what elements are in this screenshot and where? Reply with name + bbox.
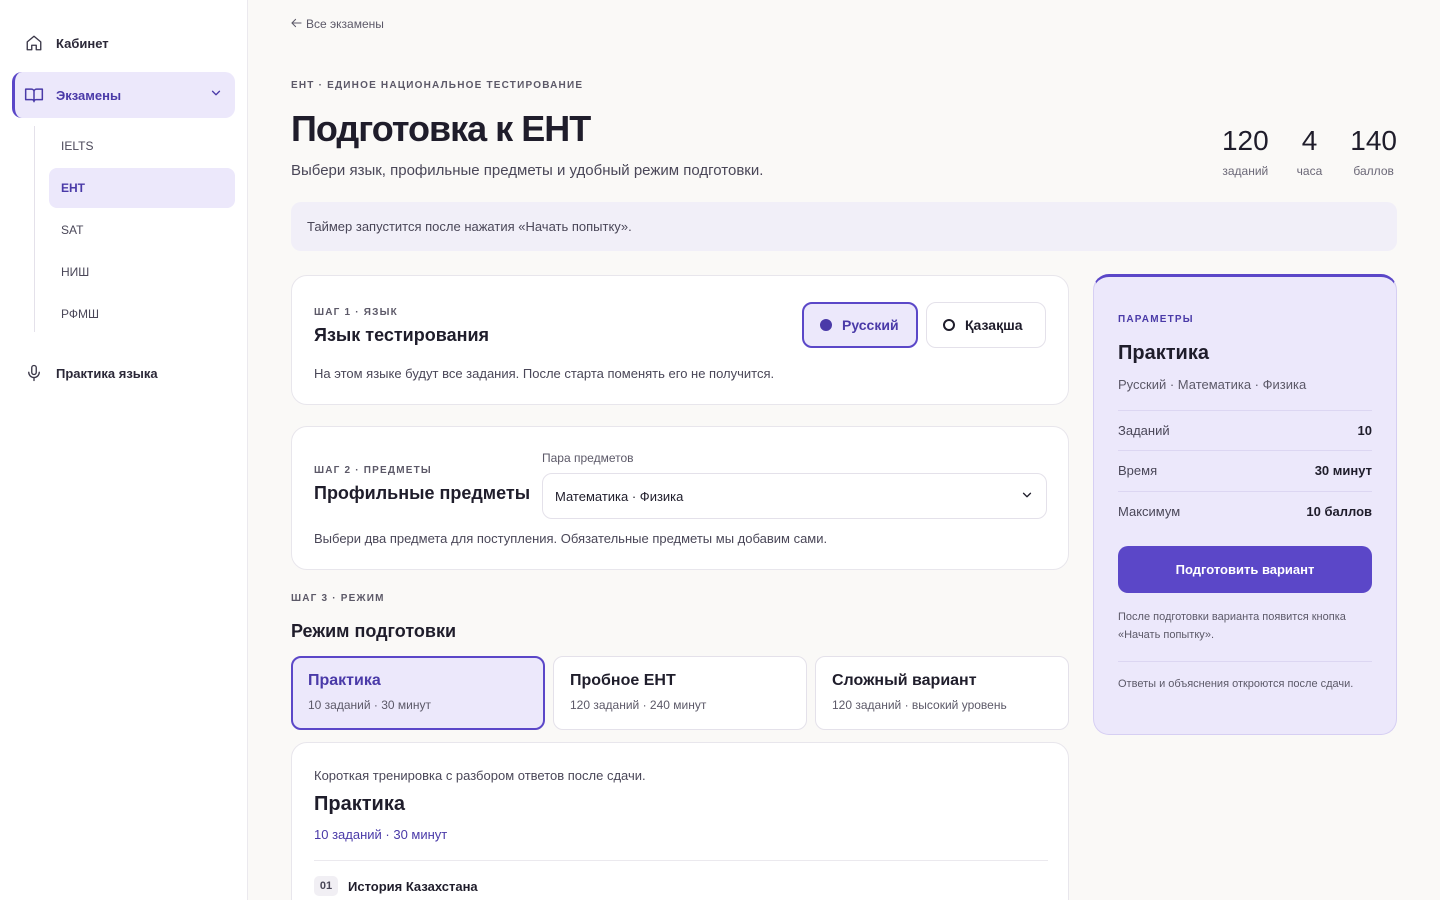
param-key: Время	[1118, 463, 1158, 478]
page-subtitle: Выбери язык, профильные предметы и удобн…	[291, 162, 764, 179]
sidebar-item-exams[interactable]: Экзамены	[12, 72, 235, 118]
mode-title: Практика	[308, 672, 381, 689]
subject-pair-label: Пара предметов	[542, 451, 634, 465]
step-label: ШАГ 1 · ЯЗЫК	[314, 307, 398, 318]
sidebar-subitem-ielts[interactable]: IELTS	[49, 126, 235, 166]
mode-detail-description: Короткая тренировка с разбором ответов п…	[314, 768, 646, 783]
home-icon	[24, 33, 44, 53]
step-label: ШАГ 2 · ПРЕДМЕТЫ	[314, 465, 432, 476]
panel-note: Ответы и объяснения откроются после сдач…	[1118, 678, 1354, 690]
language-option-kazakh[interactable]: Қазақша	[926, 302, 1046, 348]
step-language-card: ШАГ 1 · ЯЗЫК Язык тестирования На этом я…	[291, 275, 1069, 405]
back-link[interactable]: Все экзамены	[291, 17, 384, 31]
mode-detail-meta: 10 заданий · 30 минут	[314, 827, 448, 842]
sidebar-subitem-rfmsh[interactable]: РФМШ	[49, 294, 235, 334]
arrow-left-icon	[291, 17, 302, 31]
param-key: Заданий	[1118, 423, 1170, 438]
mode-subtitle: 120 заданий · 240 минут	[570, 698, 707, 712]
back-link-label: Все экзамены	[306, 17, 384, 31]
list-item: 01 История Казахстана	[314, 876, 478, 896]
radio-selected-icon	[820, 319, 832, 331]
mode-detail-title: Практика	[314, 793, 405, 815]
stat-tasks: 120 заданий	[1222, 124, 1269, 178]
param-row-max: Максимум 10 баллов	[1118, 491, 1372, 531]
sidebar-subitem-ent[interactable]: ЕНТ	[49, 168, 235, 208]
sidebar-item-label: Кабинет	[56, 35, 109, 51]
param-key: Максимум	[1118, 504, 1181, 519]
step-label: ШАГ 3 · РЕЖИМ	[291, 593, 385, 604]
mode-title: Пробное ЕНТ	[570, 672, 676, 689]
parameters-panel: ПАРАМЕТРЫ Практика Русский · Математика …	[1093, 274, 1397, 735]
step-title: Профильные предметы	[314, 483, 531, 503]
prepare-variant-button[interactable]: Подготовить вариант	[1118, 546, 1372, 593]
sidebar-item-cabinet[interactable]: Кабинет	[12, 21, 235, 65]
chevron-down-icon	[1020, 488, 1034, 505]
param-row-tasks: Заданий 10	[1118, 410, 1372, 450]
divider	[1118, 661, 1372, 662]
divider	[314, 860, 1048, 861]
exam-stats: 120 заданий 4 часа 140 баллов	[1222, 124, 1397, 178]
language-option-label: Русский	[842, 317, 899, 333]
subject-number: 01	[314, 876, 338, 896]
book-icon	[24, 85, 44, 105]
mode-option-trial[interactable]: Пробное ЕНТ 120 заданий · 240 минут	[553, 656, 807, 730]
mode-subtitle: 10 заданий · 30 минут	[308, 698, 431, 712]
param-row-time: Время 30 минут	[1118, 450, 1372, 490]
stat-label: заданий	[1222, 164, 1269, 178]
language-option-russian[interactable]: Русский	[802, 302, 918, 348]
sidebar-subitem-nish[interactable]: НИШ	[49, 252, 235, 292]
mode-subtitle: 120 заданий · высокий уровень	[832, 698, 1007, 712]
timer-note: Таймер запустится после нажатия «Начать …	[291, 202, 1397, 251]
panel-note: После подготовки варианта появится кнопк…	[1118, 611, 1346, 641]
panel-eyebrow: ПАРАМЕТРЫ	[1118, 314, 1194, 325]
stat-value: 120	[1221, 125, 1269, 156]
param-value: 10 баллов	[1306, 504, 1372, 519]
sidebar-item-label: Практика языка	[56, 365, 158, 381]
step-title: Язык тестирования	[314, 325, 490, 345]
sidebar-item-label: Экзамены	[56, 87, 122, 103]
panel-subtitle: Русский · Математика · Физика	[1118, 377, 1307, 392]
mode-detail-card: Короткая тренировка с разбором ответов п…	[291, 742, 1069, 900]
page-title: Подготовка к ЕНТ	[291, 108, 591, 149]
page-eyebrow: ЕНТ · ЕДИНОЕ НАЦИОНАЛЬНОЕ ТЕСТИРОВАНИЕ	[291, 80, 584, 91]
mode-title: Сложный вариант	[832, 672, 977, 689]
sidebar: Кабинет Экзамены IELTS ЕНТ SAT НИШ РФМШ …	[0, 0, 248, 900]
mode-option-hard[interactable]: Сложный вариант 120 заданий · высокий ур…	[815, 656, 1069, 730]
stat-value: 4	[1301, 125, 1318, 156]
submenu-guide-line	[34, 126, 35, 332]
subject-pair-value: Математика · Физика	[555, 488, 684, 504]
language-option-label: Қазақша	[965, 317, 1023, 333]
step-title: Режим подготовки	[291, 621, 457, 641]
mode-option-practice[interactable]: Практика 10 заданий · 30 минут	[291, 656, 545, 730]
step-description: Выбери два предмета для поступления. Обя…	[314, 531, 828, 546]
step-description: На этом языке будут все задания. После с…	[314, 366, 775, 381]
stat-hours: 4 часа	[1297, 124, 1323, 178]
microphone-icon	[24, 363, 44, 383]
stat-label: баллов	[1353, 164, 1394, 178]
sidebar-subitem-sat[interactable]: SAT	[49, 210, 235, 250]
radio-unselected-icon	[943, 319, 955, 331]
stat-label: часа	[1296, 164, 1323, 178]
subject-pair-select[interactable]: Математика · Физика	[542, 473, 1047, 519]
sidebar-item-language-practice[interactable]: Практика языка	[12, 351, 235, 395]
subject-name: История Казахстана	[348, 878, 478, 894]
panel-title: Практика	[1118, 342, 1209, 364]
stat-points: 140 баллов	[1350, 124, 1397, 178]
step-subjects-card: ШАГ 2 · ПРЕДМЕТЫ Профильные предметы Пар…	[291, 426, 1069, 570]
param-value: 30 минут	[1314, 463, 1372, 478]
stat-value: 140	[1350, 125, 1397, 156]
chevron-down-icon	[209, 86, 223, 103]
param-value: 10	[1357, 423, 1372, 438]
